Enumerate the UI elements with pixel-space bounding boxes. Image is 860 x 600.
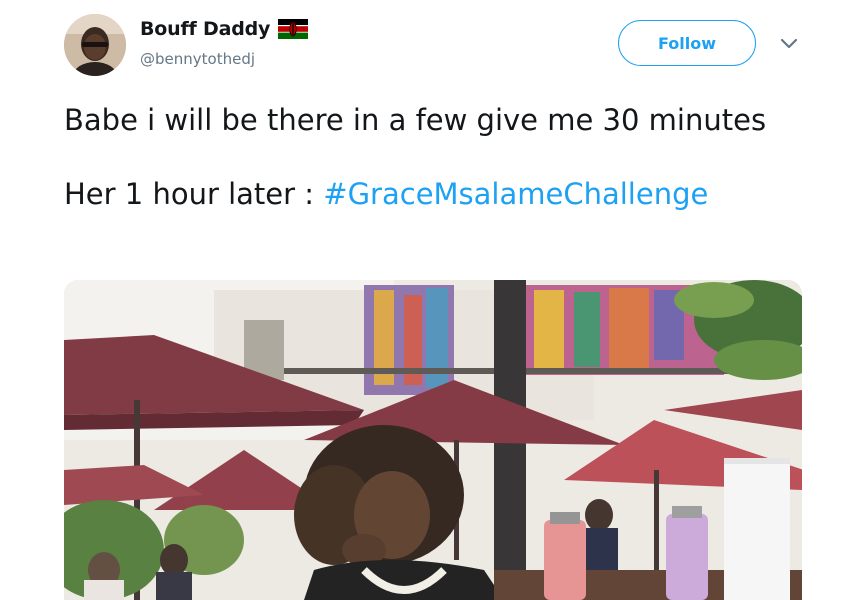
tweet-line-2-text: Her 1 hour later : [64,177,324,211]
avatar-image [64,14,126,76]
hashtag-link[interactable]: #GraceMsalameChallenge [323,177,708,211]
author-name-row: Bouff Daddy [140,18,309,40]
tweet-text: Babe i will be there in a few give me 30… [64,100,784,214]
tweet-line-2: Her 1 hour later : #GraceMsalameChalleng… [64,174,784,214]
author-display-name[interactable]: Bouff Daddy [140,18,270,40]
follow-button[interactable]: Follow [618,20,756,66]
tweet-photo-scene [64,280,802,600]
chevron-down-icon[interactable] [780,38,798,50]
avatar[interactable] [64,14,126,76]
tweet-line-1: Babe i will be there in a few give me 30… [64,103,767,137]
author-handle[interactable]: @bennytothedj [140,50,255,68]
kenya-flag-icon [278,19,309,39]
tweet-photo[interactable] [64,280,802,600]
